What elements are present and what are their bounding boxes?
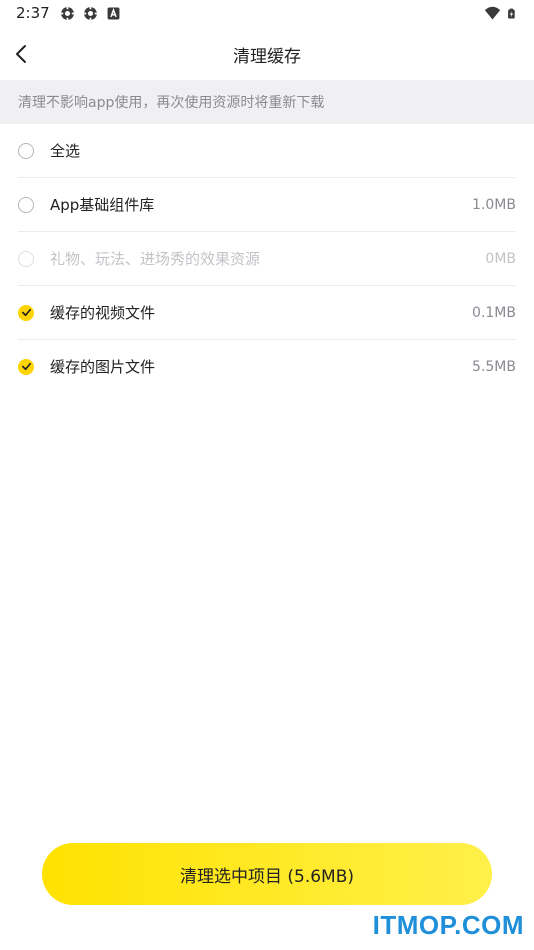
list-item-size: 5.5MB	[472, 358, 516, 375]
list-item-effect-resources: 礼物、玩法、进场秀的效果资源 0MB	[18, 232, 516, 286]
list-item-label: App基础组件库	[50, 196, 155, 214]
settings-cog-icon	[82, 5, 99, 22]
radio-unchecked-icon[interactable]	[18, 142, 34, 159]
radio-disabled-icon	[18, 250, 34, 267]
notice-banner: 清理不影响app使用，再次使用资源时将重新下载	[0, 80, 534, 124]
list-item-size: 0.1MB	[472, 304, 516, 321]
list-item-label: 礼物、玩法、进场秀的效果资源	[50, 250, 261, 268]
list-item-cached-videos[interactable]: 缓存的视频文件 0.1MB	[18, 286, 516, 340]
watermark-logo: ITMOP.COM	[372, 910, 524, 940]
list-item-size: 1.0MB	[472, 196, 516, 213]
settings-cog-icon	[59, 5, 76, 22]
status-icons-right	[484, 5, 518, 22]
status-time: 2:37	[16, 4, 50, 22]
status-bar: 2:37	[0, 0, 534, 28]
radio-unchecked-icon[interactable]	[18, 196, 34, 213]
list-item-label: 缓存的图片文件	[50, 358, 156, 376]
list-item-app-components[interactable]: App基础组件库 1.0MB	[18, 178, 516, 232]
status-icons-left	[59, 5, 122, 22]
radio-checked-icon[interactable]	[18, 304, 34, 321]
list-item-label: 缓存的视频文件	[50, 304, 156, 322]
nav-bar: 清理缓存	[0, 28, 534, 80]
checkmark-icon	[21, 308, 31, 317]
cache-option-list: 全选 App基础组件库 1.0MB 礼物、玩法、进场秀的效果资源 0MB 缓存的…	[0, 124, 534, 393]
checkmark-icon	[21, 362, 31, 371]
list-item-size: 0MB	[485, 250, 516, 267]
page-title: 清理缓存	[233, 47, 301, 67]
wifi-icon	[484, 6, 501, 20]
list-item-cached-images[interactable]: 缓存的图片文件 5.5MB	[18, 340, 516, 393]
radio-checked-icon[interactable]	[18, 358, 34, 375]
app-a-icon	[107, 7, 120, 20]
list-item-select-all[interactable]: 全选	[18, 124, 516, 178]
battery-charging-icon	[508, 8, 515, 19]
clean-selected-button[interactable]: 清理选中项目 (5.6MB)	[42, 843, 492, 905]
list-item-label: 全选	[50, 142, 81, 160]
